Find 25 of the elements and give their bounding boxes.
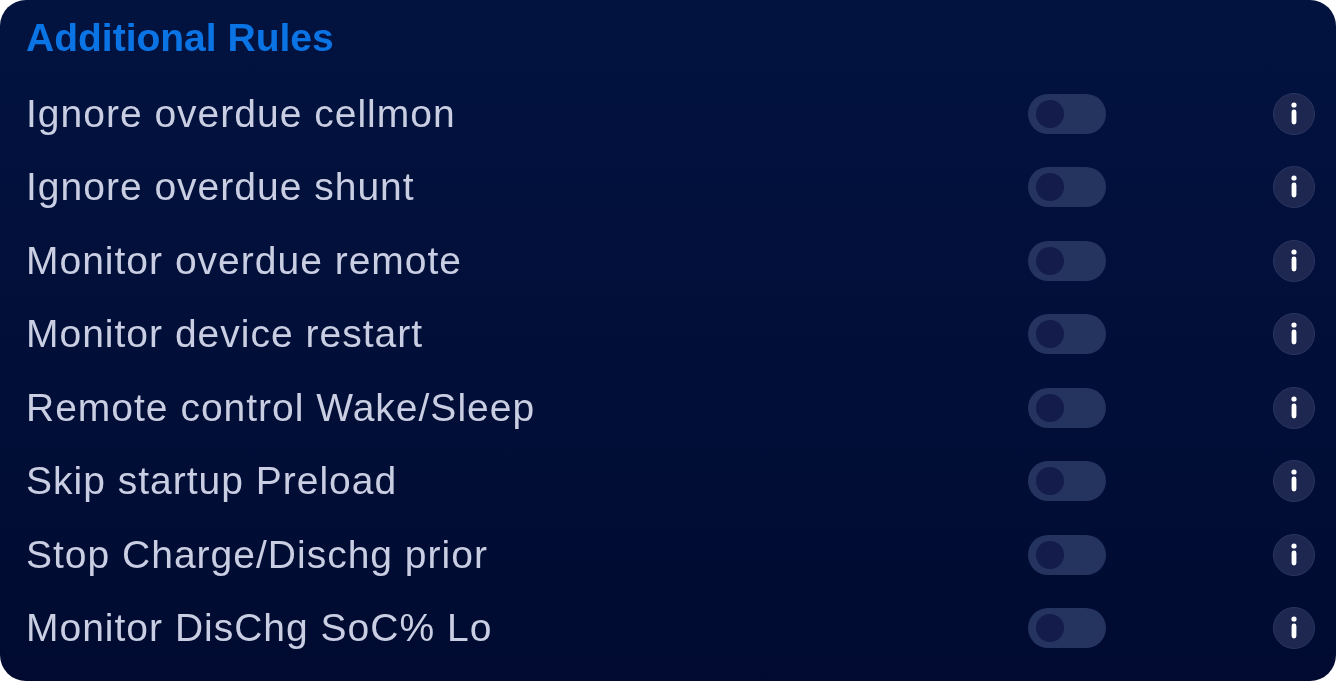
toggle-switch[interactable] xyxy=(1028,240,1106,281)
rule-label: Remote control Wake/Sleep xyxy=(26,384,537,431)
toggle-switch[interactable] xyxy=(1028,387,1106,428)
info-icon[interactable] xyxy=(1273,607,1315,650)
toggle-switch[interactable] xyxy=(1028,93,1106,134)
rule-label: Ignore overdue shunt xyxy=(26,164,416,211)
rule-label: Stop Charge/Dischg prior xyxy=(26,531,489,578)
toggle-switch[interactable] xyxy=(1028,167,1106,208)
toggle-switch[interactable] xyxy=(1028,608,1106,649)
rule-label: Monitor DisChg SoC% Lo xyxy=(26,605,494,652)
rule-label: Ignore overdue cellmon xyxy=(26,90,457,137)
toggle-switch[interactable] xyxy=(1028,314,1106,355)
rule-label: Monitor overdue remote xyxy=(26,237,464,284)
info-icon[interactable] xyxy=(1273,386,1315,429)
info-icon[interactable] xyxy=(1273,166,1315,209)
info-icon[interactable] xyxy=(1273,460,1315,503)
info-icon[interactable] xyxy=(1273,533,1315,576)
toggle-switch[interactable] xyxy=(1028,534,1106,575)
info-icon[interactable] xyxy=(1273,92,1315,135)
section-title: Additional Rules xyxy=(26,15,335,61)
toggle-switch[interactable] xyxy=(1028,461,1106,502)
rule-label: Monitor device restart xyxy=(26,311,424,358)
rule-label: Skip startup Preload xyxy=(26,458,399,505)
info-icon[interactable] xyxy=(1273,313,1315,356)
info-icon[interactable] xyxy=(1273,239,1315,282)
